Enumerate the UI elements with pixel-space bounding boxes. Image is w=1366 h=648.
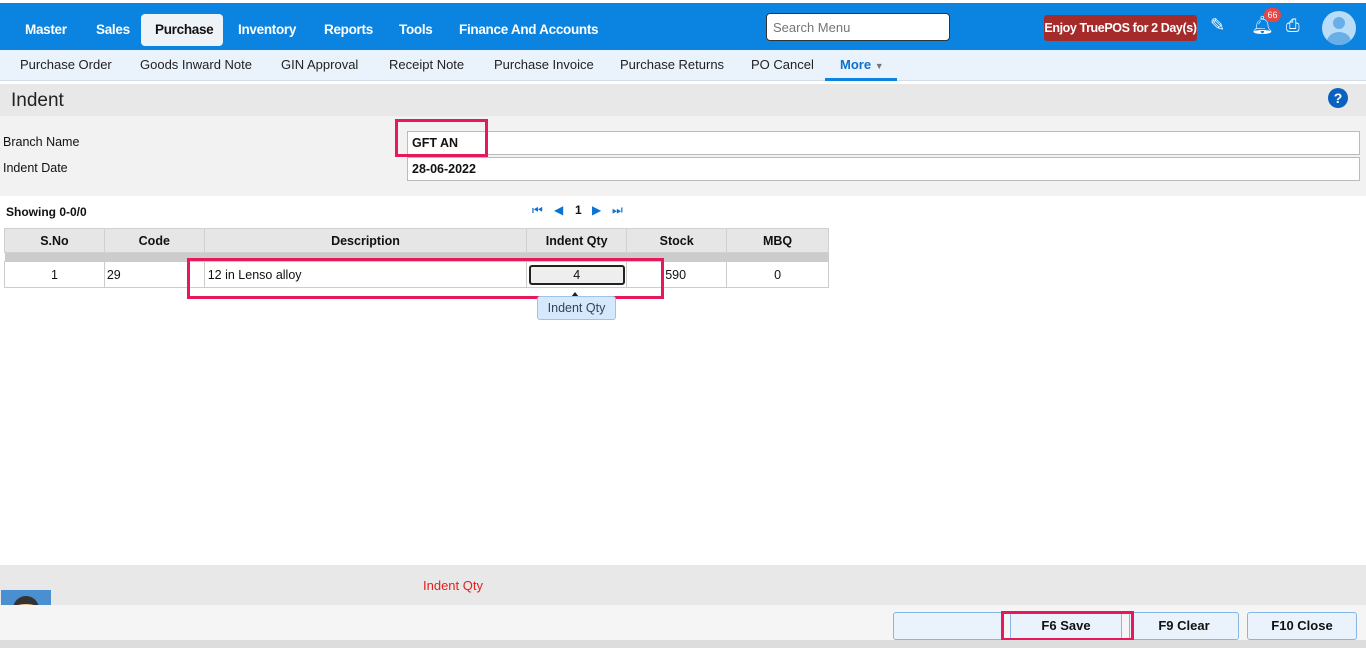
- menu-inventory[interactable]: Inventory: [238, 14, 296, 46]
- cell-mbq: 0: [726, 261, 829, 288]
- next-page-icon[interactable]: ▶: [592, 203, 601, 217]
- col-stock: Stock: [626, 228, 728, 253]
- sub-nav: Purchase Order Goods Inward Note GIN App…: [0, 50, 1366, 81]
- menu-sales[interactable]: Sales: [96, 14, 130, 46]
- subnav-goods-inward-note[interactable]: Goods Inward Note: [140, 57, 252, 72]
- highlight-save: [1001, 611, 1134, 641]
- page-number: 1: [575, 203, 582, 217]
- paint-brush-icon[interactable]: ✎: [1210, 15, 1225, 36]
- last-page-icon[interactable]: ⏭: [612, 203, 623, 218]
- action-bar: F6 Save F9 Clear F10 Close: [0, 605, 1366, 640]
- cell-sno: 1: [4, 261, 105, 288]
- branch-name-field[interactable]: GFT AN: [407, 131, 1360, 155]
- menu-tools[interactable]: Tools: [399, 14, 433, 46]
- indent-date-label: Indent Date: [3, 161, 68, 175]
- more-label: More: [840, 57, 872, 72]
- menu-master[interactable]: Master: [25, 14, 67, 46]
- col-indent-qty: Indent Qty: [526, 228, 628, 253]
- printer-icon[interactable]: ⎙: [1286, 16, 1300, 36]
- help-icon[interactable]: ?: [1328, 88, 1348, 108]
- search-menu-input[interactable]: [766, 13, 950, 41]
- close-button[interactable]: F10 Close: [1247, 612, 1357, 640]
- subnav-purchase-order[interactable]: Purchase Order: [20, 57, 112, 72]
- subnav-receipt-note[interactable]: Receipt Note: [389, 57, 464, 72]
- col-mbq: MBQ: [726, 228, 829, 253]
- subnav-purchase-returns[interactable]: Purchase Returns: [620, 57, 724, 72]
- subnav-po-cancel[interactable]: PO Cancel: [751, 57, 814, 72]
- active-tab-indicator: [825, 78, 897, 81]
- subnav-more[interactable]: More ▼: [840, 57, 884, 72]
- showing-count: Showing 0-0/0: [6, 205, 87, 219]
- menu-reports[interactable]: Reports: [324, 14, 373, 46]
- first-page-icon[interactable]: ⏮: [532, 203, 543, 218]
- page-header: Indent ?: [0, 84, 1366, 116]
- top-nav: Master Sales Purchase Inventory Reports …: [0, 3, 1366, 50]
- status-area: Indent Qty: [0, 565, 1366, 605]
- status-message: Indent Qty: [423, 578, 483, 593]
- clear-button[interactable]: F9 Clear: [1129, 612, 1239, 640]
- indent-qty-tooltip: Indent Qty: [537, 296, 616, 320]
- indent-date-field[interactable]: 28-06-2022: [407, 157, 1360, 181]
- highlight-branch: [395, 119, 488, 157]
- status-bar: [0, 640, 1366, 648]
- col-sno: S.No: [4, 228, 105, 253]
- branch-name-label: Branch Name: [3, 135, 80, 149]
- col-description: Description: [203, 228, 528, 253]
- promo-button[interactable]: Enjoy TruePOS for 2 Day(s): [1044, 15, 1197, 41]
- blank-button[interactable]: [893, 612, 1003, 640]
- page-title: Indent: [11, 90, 64, 111]
- subnav-purchase-invoice[interactable]: Purchase Invoice: [494, 57, 594, 72]
- highlight-row: [187, 258, 664, 299]
- caret-down-icon: ▼: [874, 61, 884, 71]
- indent-form: Branch Name GFT AN Indent Date 28-06-202…: [0, 116, 1366, 196]
- notification-badge: 66: [1264, 8, 1281, 22]
- menu-finance[interactable]: Finance And Accounts: [459, 14, 599, 46]
- subnav-gin-approval[interactable]: GIN Approval: [281, 57, 358, 72]
- menu-purchase[interactable]: Purchase: [141, 14, 223, 46]
- col-code: Code: [103, 228, 205, 253]
- prev-page-icon[interactable]: ◀: [554, 203, 563, 217]
- user-avatar[interactable]: [1322, 11, 1356, 45]
